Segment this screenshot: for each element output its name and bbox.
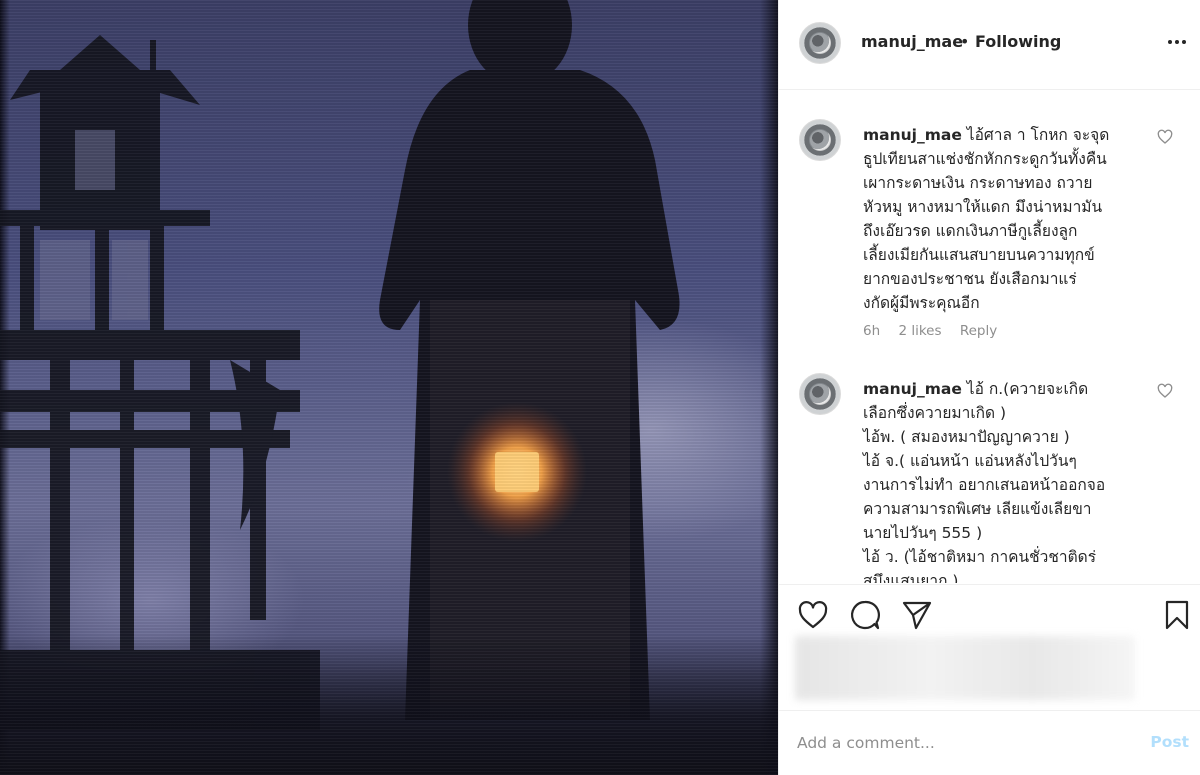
comment-body: manuj_mae ไอ้ ก.(ควายจะเกิด เลือกซึ่งควา… [863,377,1148,583]
comment-item: manuj_mae ไอ้ศาล า โกหก จะจุด ธูปเทียนสา… [779,119,1200,349]
commenter-avatar[interactable] [799,373,841,415]
photo-edge-shadow-right [760,0,778,775]
photo-ground-shadow [0,635,778,775]
post-action-bar [779,584,1200,644]
spirit-house-silhouette [0,35,320,730]
header-separator: • [960,32,970,51]
bookmark-icon[interactable] [1161,599,1193,631]
comments-list[interactable]: manuj_mae ไอ้ศาล า โกหก จะจุด ธูปเทียนสา… [779,91,1200,583]
comment-time: 6h [863,323,881,339]
comment-text: ไอ้ ก.(ควายจะเกิด เลือกซึ่งควายมาเกิด ) … [863,380,1106,583]
commenter-avatar[interactable] [799,119,841,161]
author-avatar[interactable] [799,22,841,64]
more-horizontal-icon[interactable] [1165,30,1189,54]
comment-body: manuj_mae ไอ้ศาล า โกหก จะจุด ธูปเทียนสา… [863,123,1148,315]
post-photo[interactable] [0,0,778,775]
comment-like-heart-icon[interactable] [1157,129,1173,145]
post-header: manuj_mae • Following [779,0,1200,90]
blurred-likes-section [795,636,1135,700]
comment-item: manuj_mae ไอ้ ก.(ควายจะเกิด เลือกซึ่งควา… [779,373,1200,583]
comment-username[interactable]: manuj_mae [863,380,962,398]
following-button[interactable]: Following [975,32,1061,51]
add-comment-bar: Post [779,710,1200,775]
heart-icon[interactable] [797,599,829,631]
comment-reply-button[interactable]: Reply [960,323,997,339]
comment-icon[interactable] [849,599,881,631]
comment-meta: 6h 2 likes Reply [863,323,1011,339]
add-comment-input[interactable] [797,729,1127,757]
comment-like-heart-icon[interactable] [1157,383,1173,399]
post-side-panel: manuj_mae • Following manuj_mae ไอ้ศาล า… [778,0,1200,775]
send-icon[interactable] [901,599,933,631]
comment-text: ไอ้ศาล า โกหก จะจุด ธูปเทียนสาแช่งชักหัก… [863,126,1110,312]
post-comment-button[interactable]: Post [1150,733,1189,751]
author-username[interactable]: manuj_mae [861,32,963,51]
comment-username[interactable]: manuj_mae [863,126,962,144]
comment-likes[interactable]: 2 likes [898,323,941,339]
